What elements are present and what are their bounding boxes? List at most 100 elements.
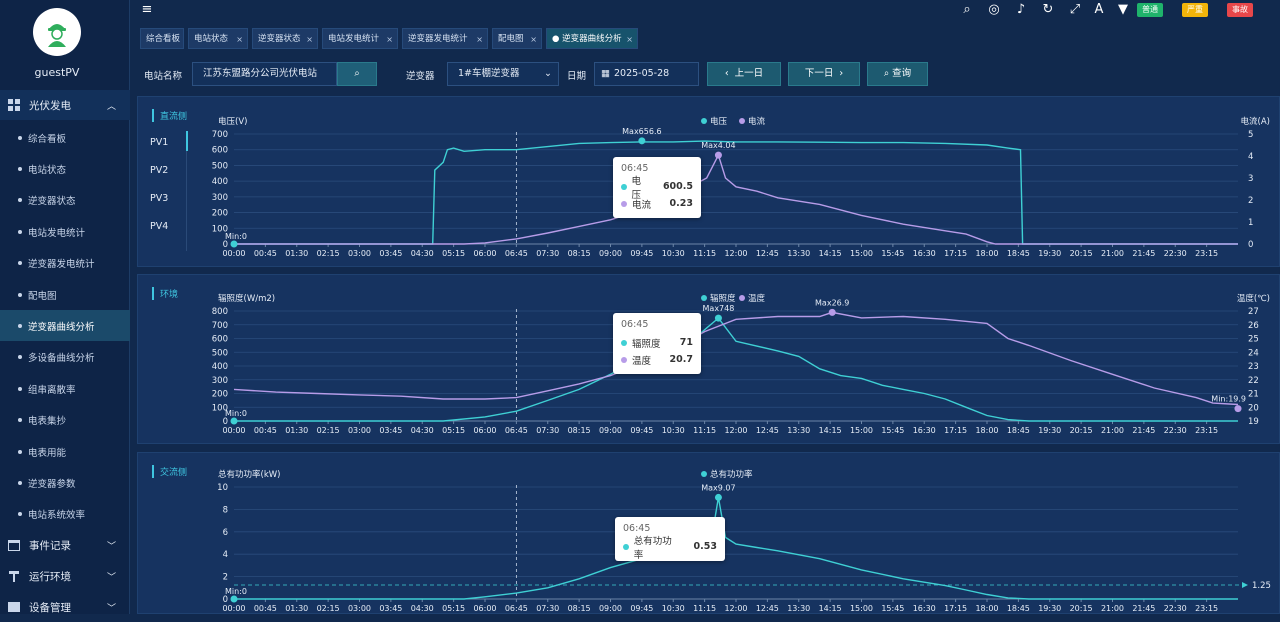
extreme-point bbox=[714, 151, 722, 159]
nav-group-events[interactable]: 事件记录 ﹀ bbox=[0, 530, 130, 560]
sidebar-item[interactable]: 逆变器曲线分析 bbox=[0, 310, 130, 342]
x-tick-label: 01:30 bbox=[285, 249, 308, 258]
nav-group-pv[interactable]: 光伏发电 ︿ bbox=[0, 90, 130, 120]
query-button[interactable]: ⌕ 查询 bbox=[867, 62, 928, 86]
tab[interactable]: 综合看板 bbox=[140, 28, 184, 49]
sidebar-item[interactable]: 逆变器状态 bbox=[0, 185, 130, 216]
date-picker[interactable]: ▦ 2025-05-28 bbox=[594, 62, 699, 86]
station-label: 电站名称 bbox=[144, 71, 183, 82]
x-tick-label: 04:30 bbox=[411, 249, 434, 258]
chevron-down-icon: ﹀ bbox=[106, 603, 116, 614]
legend-dot bbox=[701, 118, 707, 124]
x-tick-label: 08:15 bbox=[568, 604, 591, 613]
nav-group-environment[interactable]: 运行环境 ﹀ bbox=[0, 561, 130, 591]
x-tick-label: 07:30 bbox=[536, 249, 559, 258]
inverter-select-value: 1#车棚逆变器 bbox=[458, 68, 520, 79]
tab-label: 配电图 bbox=[498, 34, 524, 44]
tooltip-series-name: 电流 bbox=[632, 199, 652, 211]
bullet-icon bbox=[18, 198, 22, 203]
x-tick-label: 13:30 bbox=[787, 249, 810, 258]
menu-toggle-icon[interactable]: ≡ bbox=[140, 2, 154, 18]
tab[interactable]: 电站发电统计 × bbox=[322, 28, 398, 49]
sidebar-item-label: 组串离散率 bbox=[28, 384, 76, 396]
search-icon[interactable]: ⌕ bbox=[960, 2, 974, 18]
environment-chart[interactable]: 0100200300400500600700800192021222324252… bbox=[138, 275, 1280, 445]
inverter-select[interactable]: 1#车棚逆变器 ⌄ bbox=[447, 62, 559, 86]
bullet-icon bbox=[18, 449, 22, 454]
tab-label: 电站发电统计 bbox=[328, 34, 380, 44]
tab[interactable]: 配电图 × bbox=[492, 28, 542, 49]
next-day-label: 下一日 bbox=[804, 68, 834, 79]
refresh-icon[interactable]: ↻ bbox=[1041, 2, 1055, 18]
close-icon[interactable]: × bbox=[476, 29, 483, 50]
user-avatar[interactable] bbox=[33, 8, 81, 56]
y-axis-label: 总有功功率(kW) bbox=[218, 469, 280, 480]
filter-bar: 电站名称 江苏东盟路分公司光伏电站 ⌕ 逆变器 1#车棚逆变器 ⌄ 日期 ▦ 20… bbox=[130, 54, 1280, 94]
sidebar-item[interactable]: 综合看板 bbox=[0, 122, 130, 153]
close-icon[interactable]: × bbox=[626, 29, 633, 50]
x-tick-label: 12:00 bbox=[724, 426, 747, 435]
x-tick-label: 00:00 bbox=[222, 249, 245, 258]
fullscreen-icon[interactable]: ⤢ bbox=[1068, 2, 1082, 18]
tab[interactable]: 逆变器发电统计 × bbox=[402, 28, 488, 49]
sidebar-item[interactable]: 配电图 bbox=[0, 279, 130, 310]
next-day-button[interactable]: 下一日 › bbox=[788, 62, 860, 86]
search-icon: ⌕ bbox=[883, 68, 890, 79]
legend-dot bbox=[739, 295, 745, 301]
y-tick-label: 400 bbox=[212, 362, 228, 372]
sidebar-item[interactable]: 电表用能 bbox=[0, 436, 130, 467]
tab[interactable]: ● 逆变器曲线分析 × bbox=[546, 28, 638, 49]
close-icon[interactable]: × bbox=[306, 29, 313, 50]
alarm-badge-severe[interactable]: 严重 bbox=[1182, 3, 1208, 17]
theme-shirt-icon[interactable]: ▼ bbox=[1116, 2, 1130, 18]
station-search-button[interactable]: ⌕ bbox=[337, 62, 377, 86]
close-icon[interactable]: × bbox=[236, 29, 243, 50]
x-tick-label: 23:15 bbox=[1195, 249, 1218, 258]
station-input[interactable]: 江苏东盟路分公司光伏电站 bbox=[192, 62, 337, 86]
y2-tick-label: 24 bbox=[1248, 348, 1259, 358]
date-label: 日期 bbox=[567, 71, 587, 82]
y-tick-label: 500 bbox=[212, 161, 228, 171]
speaker-icon[interactable]: ♪ bbox=[1014, 2, 1028, 18]
help-icon[interactable]: ◎ bbox=[987, 2, 1001, 18]
x-tick-label: 09:45 bbox=[630, 249, 653, 258]
sidebar-item[interactable]: 电站发电统计 bbox=[0, 216, 130, 247]
extreme-point bbox=[828, 308, 836, 316]
extreme-point bbox=[230, 417, 238, 425]
series-line-总有功功率 bbox=[234, 497, 1238, 600]
bullet-icon bbox=[18, 229, 22, 234]
alarm-badge-normal[interactable]: 普通 bbox=[1137, 3, 1163, 17]
y-tick-label: 200 bbox=[212, 390, 228, 400]
grid-icon bbox=[8, 99, 20, 111]
nav-group-devices[interactable]: 设备管理 ﹀ bbox=[0, 592, 130, 622]
prev-day-button[interactable]: ‹ 上一日 bbox=[707, 62, 781, 86]
sidebar-item[interactable]: 电站状态 bbox=[0, 153, 130, 184]
close-icon[interactable]: × bbox=[530, 29, 537, 50]
environment-panel: 环境 0 100 200 300 400 500 600 700 800 19 20 21 22 23 24… bbox=[137, 274, 1280, 444]
sidebar-item-label: 电表集抄 bbox=[28, 416, 67, 428]
x-tick-label: 17:15 bbox=[944, 249, 967, 258]
tab[interactable]: 逆变器状态 × bbox=[252, 28, 318, 49]
dc-chart[interactable]: 010020030040050060070001234500:00 00:45 01… bbox=[138, 97, 1280, 268]
x-tick-label: 12:45 bbox=[756, 604, 779, 613]
font-size-icon[interactable]: A bbox=[1092, 2, 1106, 18]
tab[interactable]: 电站状态 × bbox=[188, 28, 248, 49]
tooltip-value: 71 bbox=[679, 337, 693, 348]
sidebar-item-label: 逆变器状态 bbox=[28, 196, 76, 208]
y-axis-label: 辐照度(W/m2) bbox=[218, 293, 275, 304]
sidebar-item[interactable]: 电表集抄 bbox=[0, 405, 130, 436]
x-tick-label: 23:15 bbox=[1195, 426, 1218, 435]
sidebar-item[interactable]: 多设备曲线分析 bbox=[0, 342, 130, 373]
sidebar-item[interactable]: 逆变器发电统计 bbox=[0, 248, 130, 279]
legend-label: 温度 bbox=[748, 293, 766, 304]
sidebar-item[interactable]: 组串离散率 bbox=[0, 373, 130, 404]
close-icon[interactable]: × bbox=[386, 29, 393, 50]
y2-tick-label: 22 bbox=[1248, 376, 1259, 386]
bullet-icon bbox=[18, 323, 22, 328]
sidebar-item[interactable]: 逆变器参数 bbox=[0, 467, 130, 498]
alarm-badge-accident[interactable]: 事故 bbox=[1227, 3, 1253, 17]
sidebar-item[interactable]: 电站系统效率 bbox=[0, 499, 130, 530]
tab-bar: 综合看板 电站状态 × 逆变器状态 × 电站发电统计 × 逆变器发电统计 × 配电图 × ● 逆变器曲… bbox=[130, 28, 1280, 50]
y-axis-label: 电压(V) bbox=[218, 116, 247, 127]
extreme-label: Max748 bbox=[703, 304, 735, 313]
